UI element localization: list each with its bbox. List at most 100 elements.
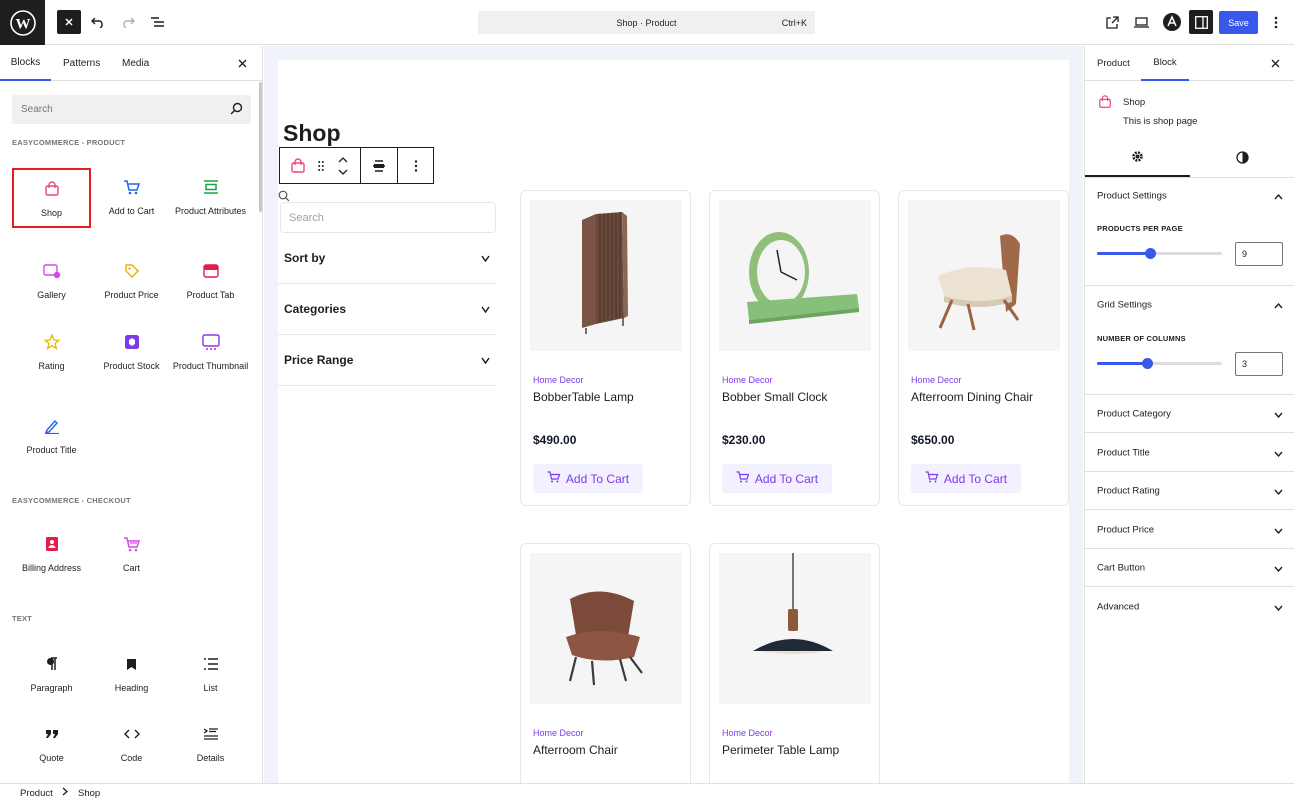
- product-card[interactable]: Home Decor Bobber Small Clock $230.00 Ad…: [709, 190, 880, 506]
- block-code[interactable]: Code: [92, 715, 171, 775]
- panel-product-rating[interactable]: Product Rating: [1085, 472, 1294, 510]
- product-card[interactable]: Home Decor Afterroom Chair: [520, 543, 691, 793]
- products-per-page-input[interactable]: 9: [1235, 242, 1283, 266]
- number-of-columns-thumb[interactable]: [1141, 358, 1153, 369]
- filter-categories[interactable]: Categories: [278, 284, 496, 335]
- block-gallery[interactable]: Gallery: [12, 252, 91, 312]
- product-name[interactable]: Afterroom Dining Chair: [911, 390, 1033, 404]
- product-name[interactable]: BobberTable Lamp: [533, 390, 634, 404]
- panel-product-settings[interactable]: Product Settings: [1085, 177, 1294, 215]
- styles-contrast-icon[interactable]: [1190, 138, 1294, 177]
- panel-advanced[interactable]: Advanced: [1085, 588, 1294, 626]
- product-image[interactable]: [530, 200, 682, 351]
- drag-handle-icon[interactable]: [314, 148, 328, 183]
- block-details[interactable]: Details: [171, 715, 250, 775]
- gallery-icon: [42, 260, 61, 282]
- block-cart[interactable]: Cart: [92, 525, 171, 585]
- external-link-icon[interactable]: [1100, 10, 1124, 34]
- undo-icon[interactable]: [86, 10, 110, 34]
- close-icon[interactable]: [1271, 46, 1280, 81]
- products-per-page-label: PRODUCTS PER PAGE: [1097, 224, 1183, 233]
- save-button[interactable]: Save: [1219, 11, 1258, 34]
- panel-cart-button[interactable]: Cart Button: [1085, 549, 1294, 587]
- product-card[interactable]: Home Decor Afterroom Dining Chair $650.0…: [898, 190, 1069, 506]
- block-heading[interactable]: Heading: [92, 645, 171, 705]
- product-name[interactable]: Perimeter Table Lamp: [722, 743, 839, 757]
- block-type-shopping-bag-icon[interactable]: [280, 148, 316, 183]
- document-overview-icon[interactable]: [146, 10, 170, 34]
- block-search-input[interactable]: Search: [12, 95, 251, 124]
- products-per-page-thumb[interactable]: [1145, 248, 1157, 259]
- product-category[interactable]: Home Decor: [722, 728, 773, 738]
- block-options-icon[interactable]: [398, 148, 434, 183]
- block-product-tab[interactable]: Product Tab: [171, 252, 250, 312]
- chevron-down-icon: [1274, 482, 1283, 500]
- cart-icon: [123, 176, 141, 198]
- tab-blocks[interactable]: Blocks: [0, 46, 51, 81]
- command-palette-button[interactable]: Shop · Product Ctrl+K: [478, 11, 815, 34]
- panel-grid-settings[interactable]: Grid Settings: [1085, 286, 1294, 324]
- product-card[interactable]: Home Decor Perimeter Table Lamp: [709, 543, 880, 793]
- product-category[interactable]: Home Decor: [911, 375, 962, 385]
- settings-tabs: Product Block: [1085, 46, 1294, 81]
- breadcrumb-item[interactable]: Product: [20, 788, 53, 799]
- panel-product-title[interactable]: Product Title: [1085, 434, 1294, 472]
- redo-icon[interactable]: [116, 10, 140, 34]
- add-to-cart-button[interactable]: Add To Cart: [722, 464, 832, 493]
- product-search-input[interactable]: Search: [280, 202, 496, 233]
- product-name[interactable]: Afterroom Chair: [533, 743, 618, 757]
- filter-sort-by[interactable]: Sort by: [278, 233, 496, 284]
- breadcrumb: Product Shop: [0, 783, 1294, 802]
- inserter-scrollbar[interactable]: [259, 82, 262, 212]
- block-add-to-cart[interactable]: Add to Cart: [92, 168, 171, 228]
- block-product-stock[interactable]: Product Stock: [92, 323, 171, 383]
- block-shop[interactable]: Shop: [12, 168, 91, 228]
- block-billing-address[interactable]: Billing Address: [12, 525, 91, 585]
- panel-product-category[interactable]: Product Category: [1085, 395, 1294, 433]
- product-category[interactable]: Home Decor: [533, 375, 584, 385]
- product-category[interactable]: Home Decor: [533, 728, 584, 738]
- product-category[interactable]: Home Decor: [722, 375, 773, 385]
- chevron-down-icon: [1274, 521, 1283, 539]
- block-product-title[interactable]: Product Title: [12, 407, 91, 467]
- panel-product-price[interactable]: Product Price: [1085, 511, 1294, 549]
- options-menu-icon[interactable]: [1264, 10, 1288, 34]
- tab-block[interactable]: Block: [1141, 46, 1189, 81]
- number-of-columns-slider[interactable]: [1097, 358, 1222, 369]
- wordpress-logo-icon[interactable]: W: [0, 0, 45, 45]
- gear-icon[interactable]: [1085, 138, 1190, 177]
- products-per-page-slider[interactable]: [1097, 248, 1222, 259]
- settings-sidebar-toggle-icon[interactable]: [1189, 10, 1213, 34]
- product-image[interactable]: [530, 553, 682, 704]
- product-image[interactable]: [908, 200, 1060, 351]
- move-up-down-icon[interactable]: [332, 148, 354, 183]
- tab-media[interactable]: Media: [122, 46, 149, 81]
- tab-product[interactable]: Product: [1097, 46, 1130, 81]
- block-paragraph[interactable]: Paragraph: [12, 645, 91, 705]
- number-of-columns-input[interactable]: 3: [1235, 352, 1283, 376]
- block-product-price[interactable]: Product Price: [92, 252, 171, 312]
- close-inserter-icon[interactable]: [57, 10, 81, 34]
- breadcrumb-item[interactable]: Shop: [78, 788, 100, 799]
- block-product-attributes[interactable]: Product Attributes: [171, 168, 250, 228]
- inserter-tabs: Blocks Patterns Media: [0, 46, 262, 81]
- product-card[interactable]: Home Decor BobberTable Lamp $490.00 Add …: [520, 190, 691, 506]
- plugin-logo-icon[interactable]: [1160, 10, 1184, 34]
- page-title[interactable]: Shop: [283, 120, 341, 147]
- add-to-cart-button[interactable]: Add To Cart: [911, 464, 1021, 493]
- product-name[interactable]: Bobber Small Clock: [722, 390, 827, 404]
- block-rating[interactable]: Rating: [12, 323, 91, 383]
- block-list[interactable]: List: [171, 645, 250, 705]
- close-icon[interactable]: [238, 46, 247, 81]
- device-preview-icon[interactable]: [1129, 10, 1153, 34]
- block-quote[interactable]: Quote: [12, 715, 91, 775]
- product-image[interactable]: [719, 200, 871, 351]
- add-to-cart-button[interactable]: Add To Cart: [533, 464, 643, 493]
- product-image[interactable]: [719, 553, 871, 704]
- block-card-description: This is shop page: [1123, 116, 1198, 127]
- align-icon[interactable]: [361, 148, 397, 183]
- filter-price-range[interactable]: Price Range: [278, 335, 496, 386]
- tab-patterns[interactable]: Patterns: [63, 46, 100, 81]
- block-product-thumbnail[interactable]: Product Thumbnail: [171, 323, 250, 383]
- category-title: EASYCOMMERCE - PRODUCT: [12, 138, 126, 147]
